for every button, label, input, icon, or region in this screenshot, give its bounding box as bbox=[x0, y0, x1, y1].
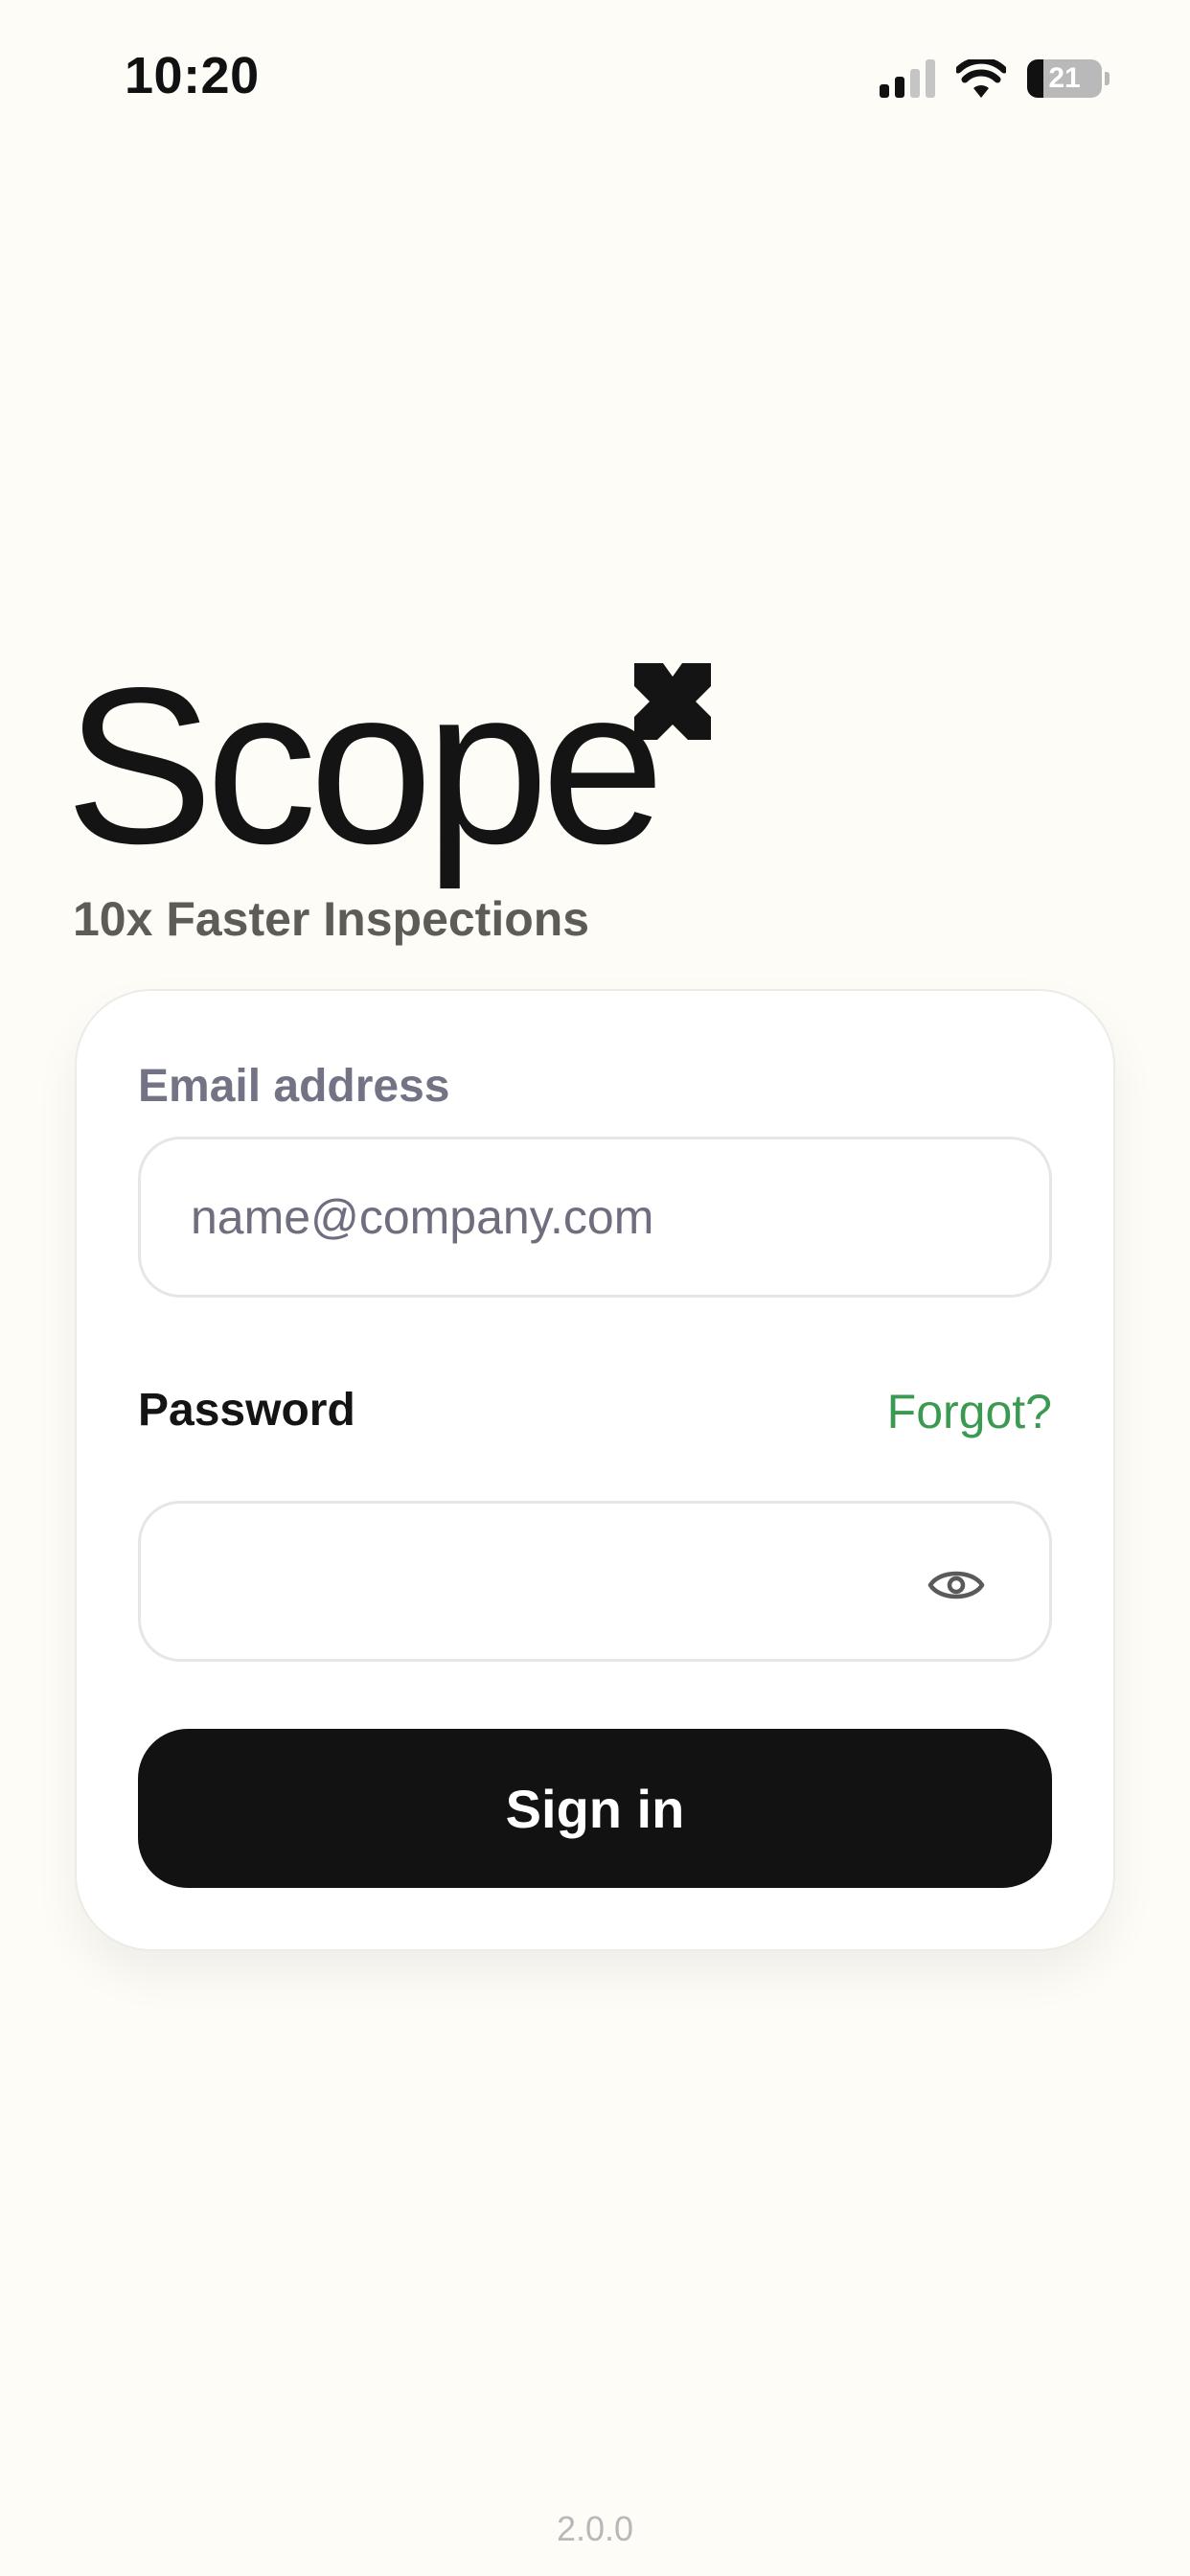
x-logo-icon bbox=[634, 663, 711, 740]
email-label: Email address bbox=[138, 1061, 450, 1112]
brand-logo: Scope bbox=[65, 652, 832, 901]
password-field-container bbox=[138, 1501, 1052, 1662]
wifi-icon bbox=[956, 59, 1006, 98]
forgot-password-link[interactable]: Forgot? bbox=[887, 1384, 1052, 1439]
sign-in-button[interactable]: Sign in bbox=[138, 1729, 1052, 1888]
eye-icon[interactable] bbox=[927, 1555, 986, 1615]
tagline: 10x Faster Inspections bbox=[73, 892, 590, 946]
email-field[interactable] bbox=[191, 1139, 976, 1295]
battery-level: 21 bbox=[1048, 62, 1081, 94]
cellular-signal-icon bbox=[880, 59, 935, 98]
email-field-container bbox=[138, 1137, 1052, 1298]
status-icons: 21 bbox=[880, 58, 1110, 100]
password-label: Password bbox=[138, 1385, 355, 1436]
status-bar: 10:20 21 bbox=[0, 0, 1190, 153]
status-time: 10:20 bbox=[125, 47, 260, 104]
login-screen: 10:20 21 Scope 10x Faster Inspections Em… bbox=[0, 0, 1190, 2576]
password-field[interactable] bbox=[191, 1504, 976, 1659]
app-version: 2.0.0 bbox=[556, 2509, 634, 2548]
logo-wordmark: Scope bbox=[65, 642, 665, 890]
login-card: Email address Password Forgot? Sign in bbox=[75, 989, 1115, 1951]
battery-icon: 21 bbox=[1027, 59, 1110, 98]
